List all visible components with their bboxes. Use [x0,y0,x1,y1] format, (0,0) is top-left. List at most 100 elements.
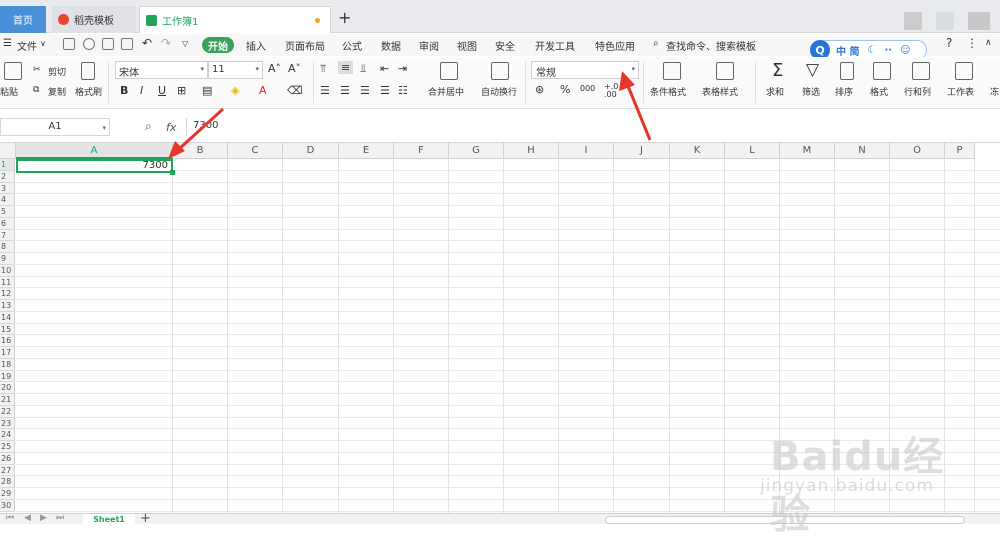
menu-file[interactable]: 文件 [17,38,37,53]
table-style-button[interactable]: 表格样式 [702,85,738,98]
preview-icon[interactable] [121,38,133,50]
sheet-nav-last-icon[interactable]: ⏭ [56,513,64,523]
paste-icon[interactable] [4,62,22,80]
row-header-6[interactable]: 6 [0,217,15,230]
row-header-11[interactable]: 11 [0,276,15,289]
row-header-24[interactable]: 24 [0,429,15,441]
thousands-button[interactable]: 000 [580,84,595,93]
copy-button[interactable]: 复制 [48,85,66,98]
undo-icon[interactable]: ↶ [142,36,152,50]
clear-format-icon[interactable]: ⌫ [287,84,303,97]
justify-icon[interactable]: ☰ [380,84,390,97]
paste-button[interactable]: 粘贴 [0,85,18,98]
column-header-h[interactable]: H [504,143,559,159]
row-header-4[interactable]: 4 [0,194,15,206]
row-header-28[interactable]: 28 [0,476,15,488]
search-icon[interactable]: ⌕ [653,38,659,49]
quick-access-dropdown-icon[interactable]: ▽ [182,39,188,48]
punctuation-icon[interactable]: ·· [884,45,892,56]
active-cell-a1[interactable]: 7300 [16,159,175,175]
filter-icon[interactable]: ▽ [806,60,819,80]
align-top-icon[interactable]: ⫪ [320,62,326,76]
sheet-nav-first-icon[interactable]: ⏮ [6,513,14,523]
row-header-19[interactable]: 19 [0,370,15,383]
row-header-2[interactable]: 2 [0,170,15,183]
column-header-f[interactable]: F [394,143,449,159]
bold-icon[interactable]: B [120,84,128,97]
filter-button[interactable]: 筛选 [802,85,820,98]
more-options-icon[interactable]: ⋮ [966,36,978,50]
column-header-g[interactable]: G [449,143,504,159]
percent-button[interactable]: % [560,83,570,96]
row-header-1[interactable]: 1 [0,159,15,171]
freeze-button[interactable]: 冻 [990,85,999,98]
select-all-corner[interactable] [0,143,16,159]
formula-input[interactable]: 7300 [186,118,1000,136]
row-header-20[interactable]: 20 [0,382,15,394]
column-header-i[interactable]: I [559,143,614,159]
minimize-button[interactable] [904,12,922,30]
redo-icon[interactable]: ↷ [161,36,171,50]
number-format-select[interactable]: 常规 ▾ [531,61,639,79]
increase-font-icon[interactable]: A˄ [268,62,281,75]
column-header-e[interactable]: E [339,143,394,159]
rows-cols-icon[interactable] [912,62,930,80]
command-search[interactable]: 查找命令、搜索模板 [666,38,756,53]
conditional-format-icon[interactable] [663,62,681,80]
column-header-n[interactable]: N [835,143,890,159]
print-icon[interactable] [102,38,114,50]
row-header-30[interactable]: 30 [0,499,15,512]
row-header-12[interactable]: 12 [0,288,15,300]
row-header-26[interactable]: 26 [0,452,15,465]
row-header-25[interactable]: 25 [0,441,15,453]
row-header-23[interactable]: 23 [0,417,15,430]
column-header-j[interactable]: J [614,143,670,159]
sort-icon[interactable] [840,62,854,80]
row-header-3[interactable]: 3 [0,182,15,195]
decimal-decrease-button[interactable]: .00 [604,90,617,99]
wrap-text-icon[interactable] [491,62,509,80]
menu-start[interactable]: 开始 [202,37,234,53]
row-header-27[interactable]: 27 [0,464,15,477]
borders-icon[interactable]: ⊞ [177,84,186,97]
row-header-16[interactable]: 16 [0,335,15,347]
rows-cols-button[interactable]: 行和列 [904,85,931,98]
maximize-button[interactable] [936,12,954,30]
new-tab-button[interactable]: + [338,8,351,27]
menu-developer[interactable]: 开发工具 [535,38,575,53]
row-header-8[interactable]: 8 [0,241,15,253]
sum-button[interactable]: 求和 [766,85,784,98]
ime-mode[interactable]: 中 简 [836,43,859,58]
fill-color-icon[interactable]: ◈ [231,84,239,97]
menu-formulas[interactable]: 公式 [342,38,362,53]
menu-view[interactable]: 视图 [457,38,477,53]
row-header-15[interactable]: 15 [0,323,15,336]
sheet-nav-next-icon[interactable]: ▶ [40,513,47,523]
row-header-7[interactable]: 7 [0,229,15,242]
column-header-m[interactable]: M [780,143,835,159]
column-header-a[interactable]: A [16,143,173,159]
menu-special[interactable]: 特色应用 [595,38,635,53]
align-middle-icon[interactable]: ≡ [338,61,354,74]
scissors-icon[interactable]: ✂ [33,65,41,75]
conditional-format-button[interactable]: 条件格式 [650,85,686,98]
help-icon[interactable]: ? [946,36,952,50]
font-color-icon[interactable]: A [259,84,267,97]
collapse-ribbon-icon[interactable]: ∧ [985,38,992,48]
format-painter-icon[interactable] [81,62,95,80]
sum-icon[interactable]: Σ [772,60,783,81]
merge-center-icon[interactable] [440,62,458,80]
sort-button[interactable]: 排序 [835,85,853,98]
row-header-9[interactable]: 9 [0,253,15,265]
row-header-22[interactable]: 22 [0,405,15,418]
menu-page-layout[interactable]: 页面布局 [285,38,325,53]
row-header-29[interactable]: 29 [0,488,15,500]
sheet-tab-sheet1[interactable]: Sheet1 [83,514,135,525]
font-size-select[interactable]: 11 ▾ [208,61,263,79]
column-header-l[interactable]: L [725,143,780,159]
align-center-icon[interactable]: ☰ [340,84,350,97]
font-name-select[interactable]: 宋体 ▾ [115,61,208,79]
column-header-c[interactable]: C [228,143,283,159]
italic-icon[interactable]: I [140,84,143,97]
column-header-b[interactable]: B [173,143,228,159]
